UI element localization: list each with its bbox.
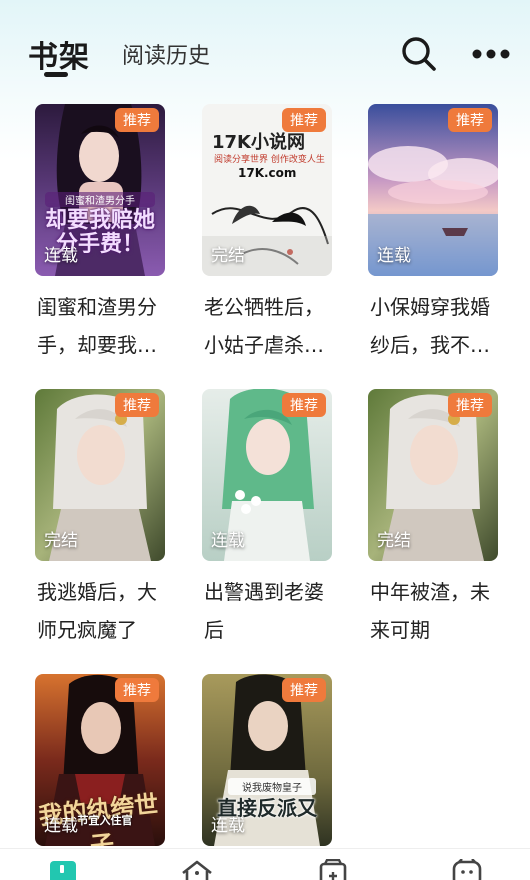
tab-bookshelf[interactable]: 书架	[28, 32, 90, 76]
book-cover[interactable]: 17K小说网 阅读分享世界 创作改变人生 17K.com 推荐 完结	[202, 104, 332, 276]
recommend-tag: 推荐	[282, 108, 326, 132]
recommend-tag: 推荐	[282, 678, 326, 702]
book-title: 闺蜜和渣男分手，却要我…	[37, 295, 157, 357]
book-title: 我逃婚后，大师兄疯魔了	[37, 580, 157, 642]
more-dots-icon	[472, 49, 510, 59]
book-title: 小保姆穿我婚纱后，我不…	[370, 295, 490, 357]
active-tab-indicator	[44, 72, 68, 77]
book-title: 中年被渣，未来可期	[370, 580, 490, 642]
top-header: 书架 阅读历史	[0, 0, 530, 100]
status-badge: 完结	[44, 531, 78, 551]
nav-home[interactable]	[180, 859, 214, 880]
status-badge: 连载	[211, 816, 245, 836]
nav-profile[interactable]	[450, 858, 484, 880]
status-badge: 连载	[211, 531, 245, 551]
book-title: 出警遇到老婆后	[204, 580, 324, 642]
bookshelf-icon	[50, 861, 76, 880]
recommend-tag: 推荐	[115, 678, 159, 702]
nav-bookshelf[interactable]	[46, 859, 80, 880]
book-title: 老公牺牲后，小姑子虐杀…	[204, 295, 324, 357]
book-cover[interactable]: 推荐 连载	[202, 389, 332, 561]
publisher-domain: 17K.com	[238, 166, 297, 180]
home-icon	[182, 860, 212, 880]
recommend-tag: 推荐	[115, 108, 159, 132]
cover-subtitle: 闺蜜和渣男分手	[45, 192, 155, 207]
book-cover[interactable]: 说我废物皇子 直接反派又 推荐 连载	[202, 674, 332, 846]
nav-store[interactable]	[316, 858, 350, 880]
recommend-tag: 推荐	[115, 393, 159, 417]
recommend-tag: 推荐	[448, 393, 492, 417]
book-cover[interactable]: 推荐 完结	[35, 389, 165, 561]
bottom-navigation	[0, 848, 530, 880]
more-button[interactable]	[470, 38, 512, 70]
recommend-tag: 推荐	[448, 108, 492, 132]
book-cover[interactable]: 闺蜜和渣男分手 却要我赔她分手费！ 推荐 连载	[35, 104, 165, 276]
book-cover[interactable]: 推荐 完结	[368, 389, 498, 561]
status-badge: 完结	[211, 246, 245, 266]
book-cover[interactable]: 推荐 连载	[368, 104, 498, 276]
search-icon	[402, 37, 436, 71]
search-button[interactable]	[398, 34, 440, 74]
status-badge: 连载	[44, 246, 78, 266]
store-icon	[319, 858, 347, 880]
status-badge: 连载	[377, 246, 411, 266]
bookshelf-page: 书架 阅读历史 闺蜜和渣男分手 却要我赔她分手费！ 推荐 连载 闺蜜和渣男分手，…	[0, 0, 530, 880]
book-cover[interactable]: 我的纨绔世子 节宜入住官 推荐 连载	[35, 674, 165, 846]
tab-reading-history[interactable]: 阅读历史	[122, 38, 210, 70]
profile-icon	[452, 858, 482, 880]
status-badge: 连载	[44, 816, 78, 836]
recommend-tag: 推荐	[282, 393, 326, 417]
status-badge: 完结	[377, 531, 411, 551]
publisher-slogan: 阅读分享世界 创作改变人生	[214, 155, 325, 165]
